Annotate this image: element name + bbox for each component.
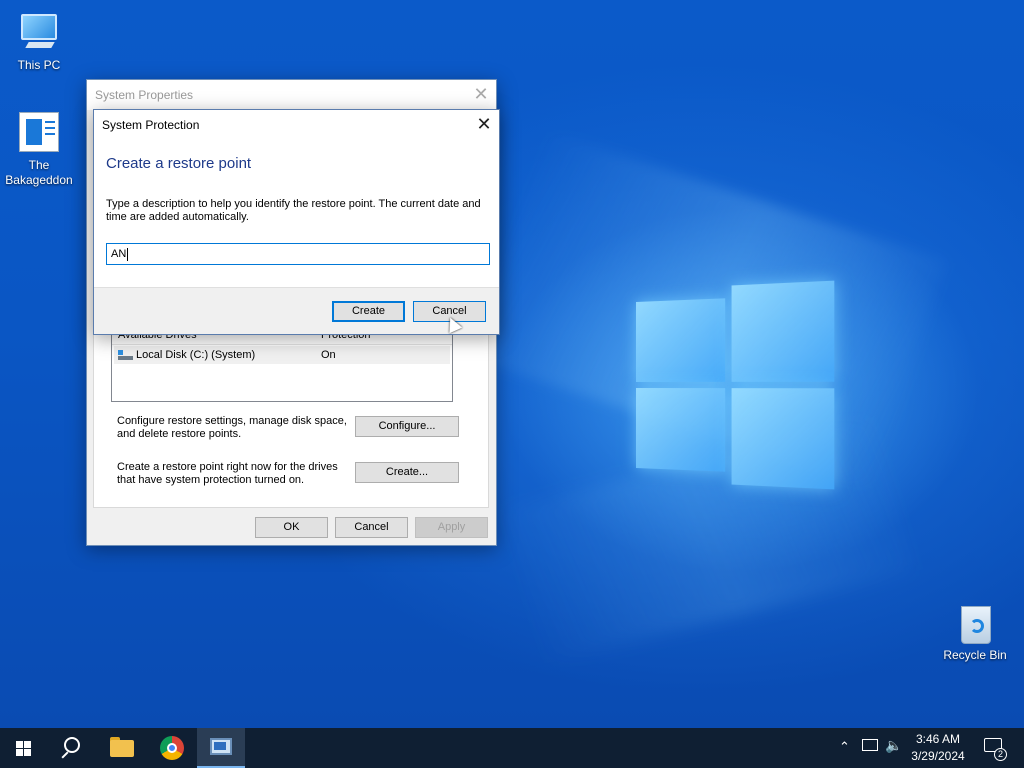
input-value: AN [111,248,127,260]
drive-name: Local Disk (C:) (System) [136,349,256,361]
windows-logo-wallpaper [636,280,835,490]
dialog-description: Type a description to help you identify … [106,198,481,223]
clock-time: 3:46 AM [915,732,961,746]
apply-button: Apply [415,517,488,538]
drive-protection: On [321,349,336,361]
document-icon [15,110,63,156]
taskbar-system-properties[interactable] [197,728,245,768]
window-title: System Properties [95,88,194,102]
desktop-icon-label: Recycle Bin [943,648,1007,662]
search-button[interactable] [48,728,96,768]
network-icon[interactable] [862,739,878,751]
system-protection-dialog: System Protection ✕ Create a restore poi… [93,109,500,335]
configure-button[interactable]: Configure... [355,416,459,437]
system-protection-titlebar[interactable]: System Protection ✕ [94,110,499,140]
recycle-bin-icon [951,600,999,646]
drives-list[interactable]: Available Drives Protection Local Disk (… [111,326,453,402]
notification-count: 2 [994,748,1007,761]
create-restore-point-button[interactable]: Create... [355,462,459,483]
chevron-up-icon[interactable]: ⌃ [839,739,850,755]
dialog-footer: Create Cancel [94,287,499,334]
desktop-icon-recycle-bin[interactable]: Recycle Bin [937,600,1013,663]
computer-icon [15,10,63,56]
file-explorer-icon [110,740,134,757]
start-icon [16,741,32,756]
desktop-icon-the-bakageddon[interactable]: The Bakageddon [1,110,77,188]
system-clock[interactable]: 3:46 AM 3/29/2024 [900,731,976,765]
create-description: Create a restore point right now for the… [117,461,338,486]
desktop-icon-label: The Bakageddon [5,158,73,187]
ok-button[interactable]: OK [255,517,328,538]
clock-date: 3/29/2024 [911,749,965,763]
drive-icon [118,350,133,360]
dialog-heading: Create a restore point [106,155,252,172]
taskbar: ⌃ 🔈 3:46 AM 3/29/2024 2 [0,728,1024,768]
system-properties-titlebar[interactable]: System Properties ✕ [87,80,496,110]
close-icon[interactable]: ✕ [469,110,499,140]
desktop-icon-this-pc[interactable]: This PC [1,10,77,73]
text-caret [127,247,129,261]
drive-row[interactable]: Local Disk (C:) (System) On [114,346,450,364]
cancel-button[interactable]: Cancel [335,517,408,538]
dialog-title: System Protection [102,118,200,132]
taskbar-file-explorer[interactable] [98,728,146,768]
start-button[interactable] [0,728,48,768]
configure-description: Configure restore settings, manage disk … [117,415,347,440]
desktop-icon-label: This PC [17,58,61,72]
restore-point-description-input[interactable]: AN [106,243,490,265]
taskbar-chrome[interactable] [148,728,196,768]
close-icon[interactable]: ✕ [466,80,496,110]
create-button[interactable]: Create [332,301,405,322]
